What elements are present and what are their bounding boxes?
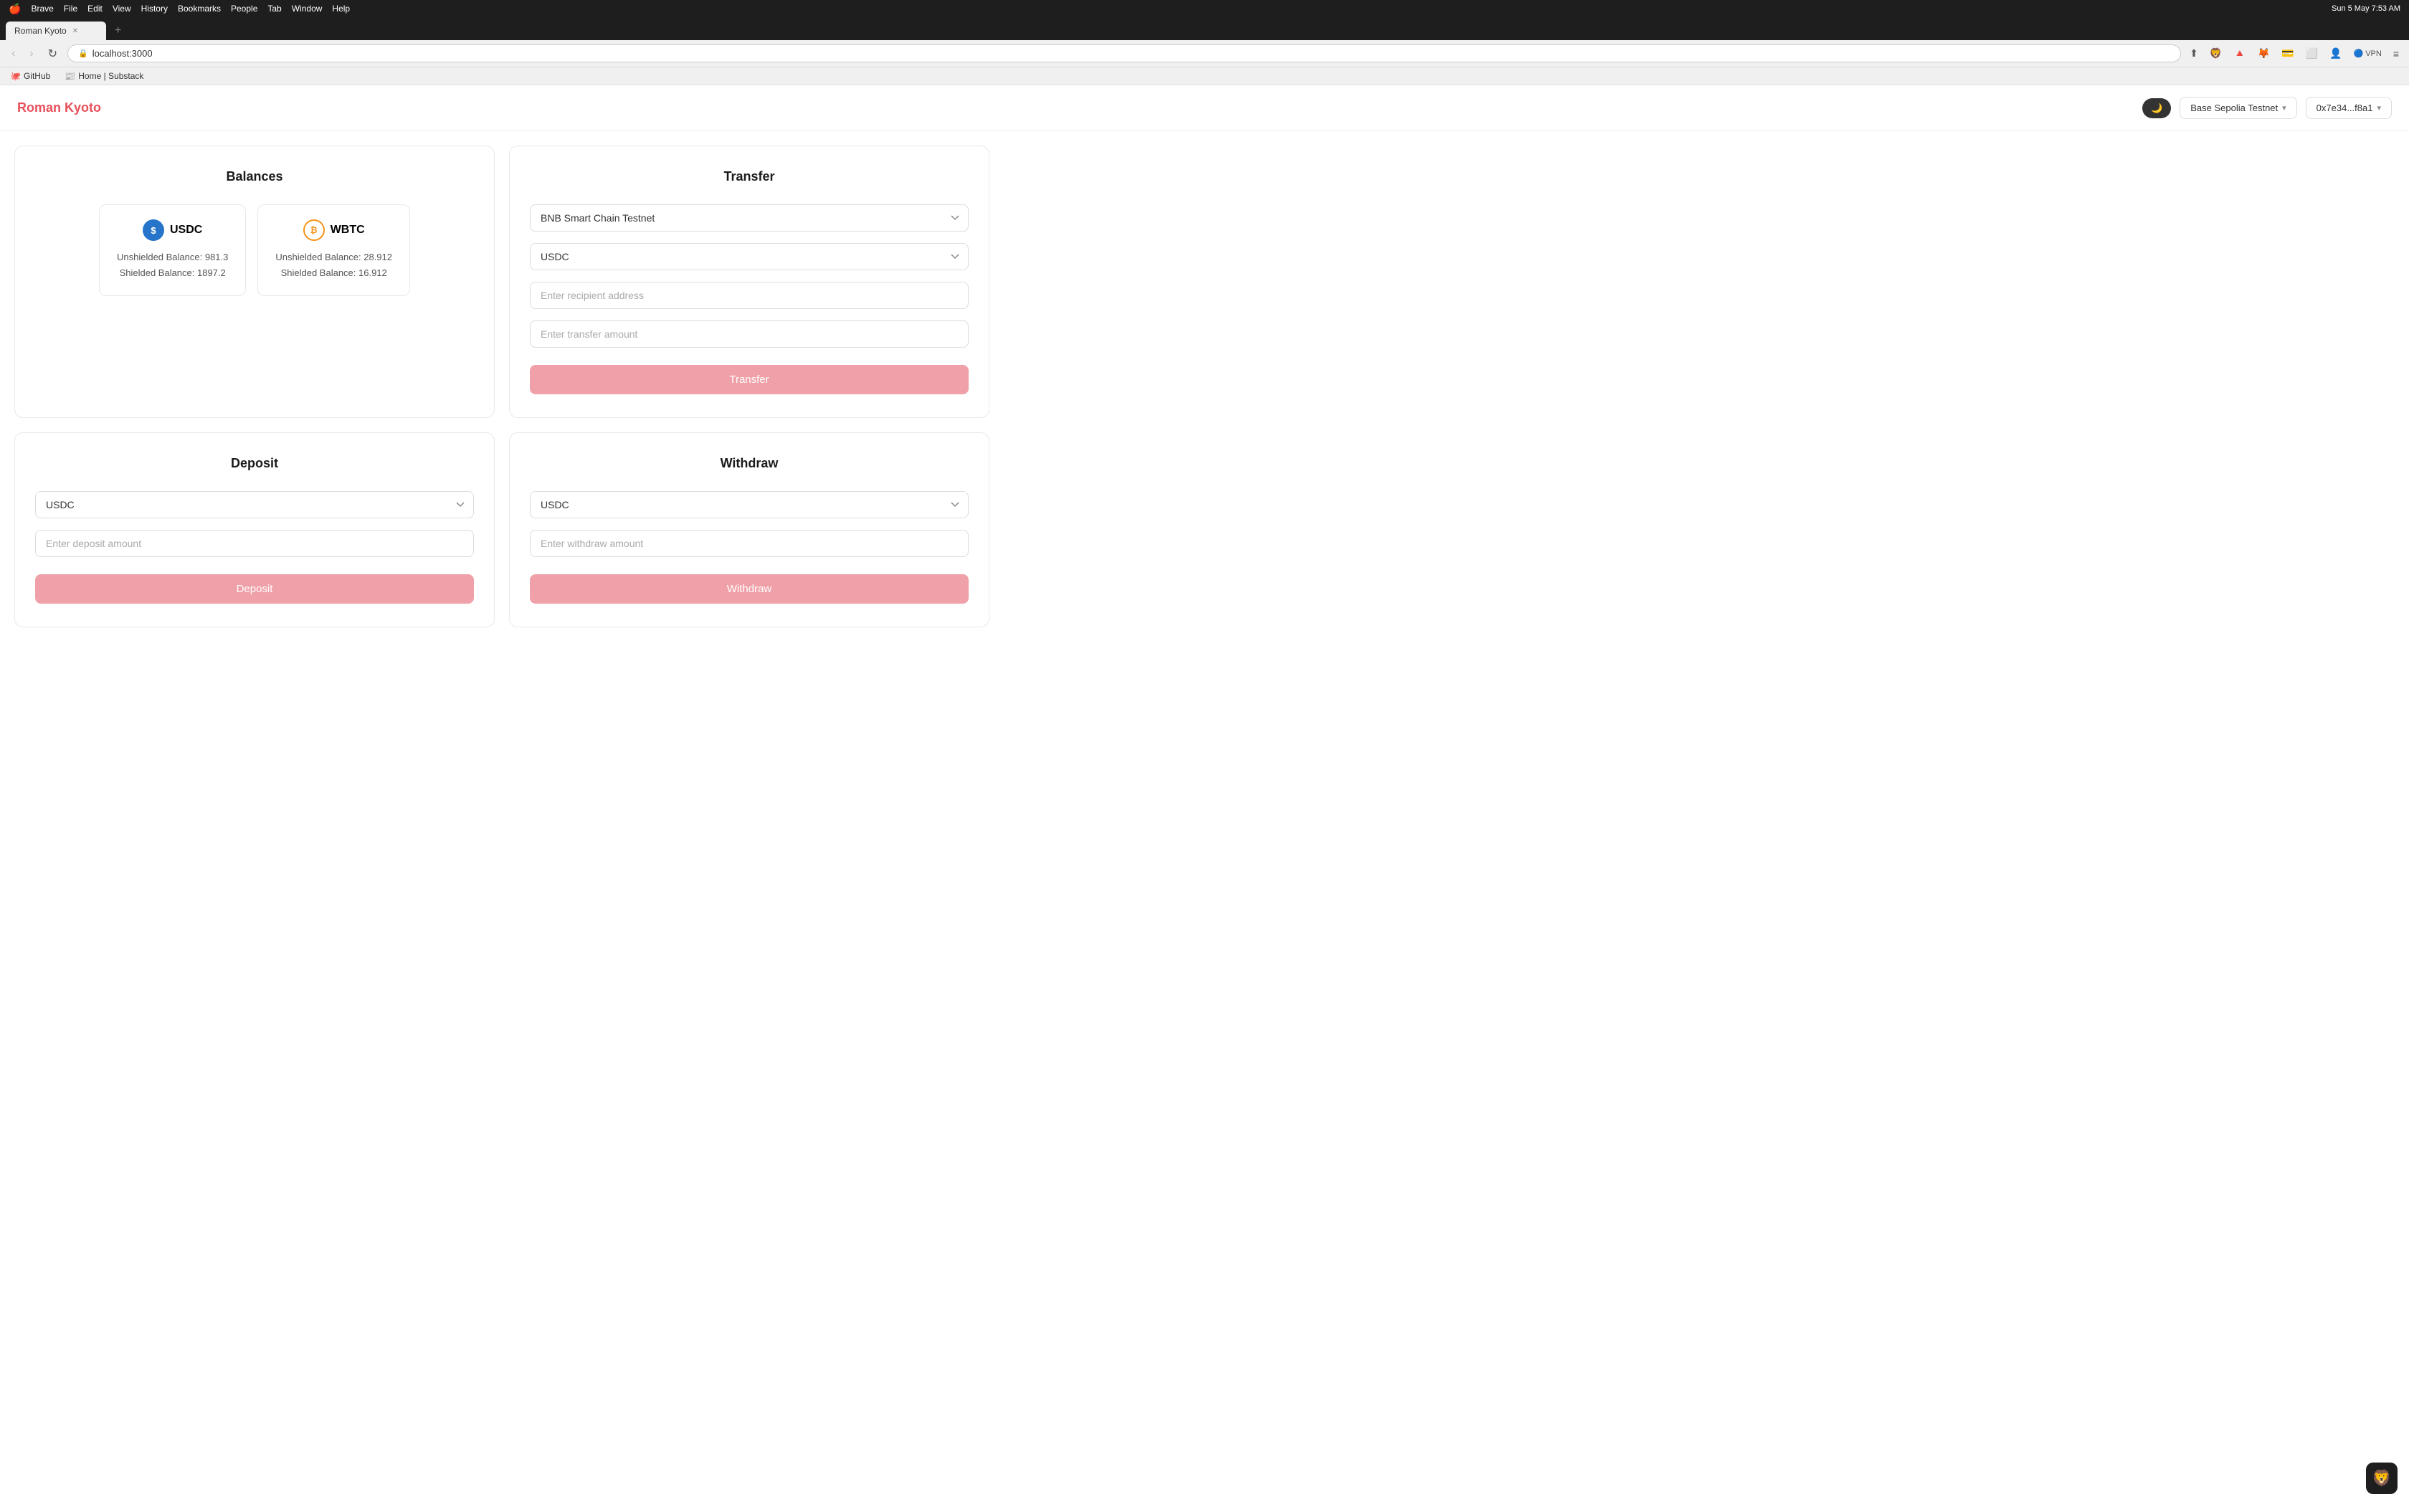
tab-manager-icon[interactable]: ⬜ [2303,46,2321,61]
back-button[interactable]: ‹ [7,46,19,62]
withdraw-token-group: USDC WBTC [530,491,969,518]
deposit-card: Deposit USDC WBTC Deposit [14,432,495,627]
deposit-amount-group [35,530,474,557]
withdraw-button[interactable]: Withdraw [530,574,969,604]
app-header: Roman Kyoto 🌙 Base Sepolia Testnet ▾ 0x7… [0,85,2409,131]
extensions-icon[interactable]: 🦊 [2255,46,2273,61]
transfer-button[interactable]: Transfer [530,365,969,394]
new-tab-button[interactable]: + [109,22,127,40]
active-tab[interactable]: Roman Kyoto ✕ [6,22,106,40]
security-icon: 🔒 [78,49,88,58]
share-icon[interactable]: ⬆ [2187,46,2201,61]
url-text: localhost:3000 [92,48,2170,59]
usdc-balance-item: $ USDC Unshielded Balance: 981.3 Shielde… [99,204,246,296]
wbtc-symbol: WBTC [331,224,365,237]
main-grid: Balances $ USDC Unshielded Balance: 981.… [0,131,1004,642]
forward-button[interactable]: › [25,46,37,62]
transfer-title: Transfer [530,169,969,184]
balances-grid: $ USDC Unshielded Balance: 981.3 Shielde… [35,204,474,296]
wallet-icon[interactable]: 💳 [2279,46,2296,61]
withdraw-amount-input[interactable] [530,530,969,557]
app-content: Roman Kyoto 🌙 Base Sepolia Testnet ▾ 0x7… [0,85,2409,1512]
deposit-token-group: USDC WBTC [35,491,474,518]
menu-help[interactable]: Help [332,4,350,14]
withdraw-card: Withdraw USDC WBTC Withdraw [509,432,989,627]
substack-icon: 📰 [65,71,75,81]
wallet-chevron-icon: ▾ [2377,103,2381,113]
system-clock: Sun 5 May 7:53 AM [2332,4,2400,13]
bookmark-github-label: GitHub [24,71,50,81]
header-controls: 🌙 Base Sepolia Testnet ▾ 0x7e34...f8a1 ▾ [2142,97,2392,119]
menu-file[interactable]: File [64,4,77,14]
usdc-icon: $ [143,219,164,241]
browser-chrome: Roman Kyoto ✕ + ‹ › ↻ 🔒 localhost:3000 ⬆… [0,17,2409,85]
balances-card: Balances $ USDC Unshielded Balance: 981.… [14,146,495,418]
withdraw-amount-group [530,530,969,557]
bookmarks-bar: 🐙 GitHub 📰 Home | Substack [0,67,2409,85]
theme-toggle-button[interactable]: 🌙 [2142,98,2171,118]
wbtc-shielded: Shielded Balance: 16.912 [275,265,392,281]
transfer-amount-input[interactable] [530,320,969,348]
menu-history[interactable]: History [141,4,168,14]
deposit-amount-input[interactable] [35,530,474,557]
usdc-symbol: USDC [170,224,202,237]
brave-rewards-icon[interactable]: 🔺 [2230,46,2248,61]
wbtc-balance-item: ₿ WBTC Unshielded Balance: 28.912 Shield… [257,204,410,296]
wallet-label: 0x7e34...f8a1 [2317,103,2373,113]
apple-icon[interactable]: 🍎 [9,3,21,15]
withdraw-token-select[interactable]: USDC WBTC [530,491,969,518]
brave-assistant-button[interactable]: 🦁 [2366,1463,2398,1494]
github-icon: 🐙 [10,71,21,81]
wbtc-icon: ₿ [303,219,325,241]
tab-title: Roman Kyoto [14,26,67,36]
transfer-network-group: BNB Smart Chain Testnet Base Sepolia Tes… [530,204,969,232]
transfer-recipient-group [530,282,969,309]
usdc-unshielded: Unshielded Balance: 981.3 [117,249,228,265]
usdc-shielded: Shielded Balance: 1897.2 [117,265,228,281]
menu-icon[interactable]: ≡ [2390,47,2402,61]
reload-button[interactable]: ↻ [44,45,62,62]
withdraw-title: Withdraw [530,456,969,471]
profiles-icon[interactable]: 👤 [2327,46,2344,61]
vpn-icon[interactable]: 🔵 VPN [2350,47,2384,60]
wallet-address-button[interactable]: 0x7e34...f8a1 ▾ [2306,97,2392,119]
wbtc-unshielded: Unshielded Balance: 28.912 [275,249,392,265]
bookmark-github[interactable]: 🐙 GitHub [7,70,53,82]
deposit-token-select[interactable]: USDC WBTC [35,491,474,518]
address-bar[interactable]: 🔒 localhost:3000 [67,44,2181,62]
menu-bookmarks[interactable]: Bookmarks [178,4,221,14]
menu-edit[interactable]: Edit [87,4,103,14]
menu-brave[interactable]: Brave [31,4,53,14]
brave-shield-icon[interactable]: 🦁 [2207,46,2225,61]
bookmark-substack[interactable]: 📰 Home | Substack [62,70,146,82]
transfer-amount-group [530,320,969,348]
deposit-button[interactable]: Deposit [35,574,474,604]
transfer-network-select[interactable]: BNB Smart Chain Testnet Base Sepolia Tes… [530,204,969,232]
deposit-title: Deposit [35,456,474,471]
transfer-token-select[interactable]: USDC WBTC [530,243,969,270]
nav-bar: ‹ › ↻ 🔒 localhost:3000 ⬆ 🦁 🔺 🦊 💳 ⬜ 👤 🔵 V… [0,40,2409,67]
tab-close-button[interactable]: ✕ [72,27,78,35]
transfer-recipient-input[interactable] [530,282,969,309]
usdc-token-header: $ USDC [143,219,202,241]
balances-title: Balances [35,169,474,184]
wbtc-balance-details: Unshielded Balance: 28.912 Shielded Bala… [275,249,392,281]
app-logo: Roman Kyoto [17,100,101,115]
tab-bar: Roman Kyoto ✕ + [0,17,2409,40]
menubar: 🍎 Brave File Edit View History Bookmarks… [0,0,2409,17]
usdc-balance-details: Unshielded Balance: 981.3 Shielded Balan… [117,249,228,281]
transfer-token-group: USDC WBTC [530,243,969,270]
menu-tab[interactable]: Tab [267,4,281,14]
menu-window[interactable]: Window [292,4,323,14]
network-label: Base Sepolia Testnet [2190,103,2278,113]
wbtc-token-header: ₿ WBTC [303,219,365,241]
menu-people[interactable]: People [231,4,257,14]
network-selector[interactable]: Base Sepolia Testnet ▾ [2180,97,2296,119]
menu-view[interactable]: View [113,4,131,14]
transfer-card: Transfer BNB Smart Chain Testnet Base Se… [509,146,989,418]
network-chevron-icon: ▾ [2282,103,2286,113]
bookmark-substack-label: Home | Substack [78,71,143,81]
